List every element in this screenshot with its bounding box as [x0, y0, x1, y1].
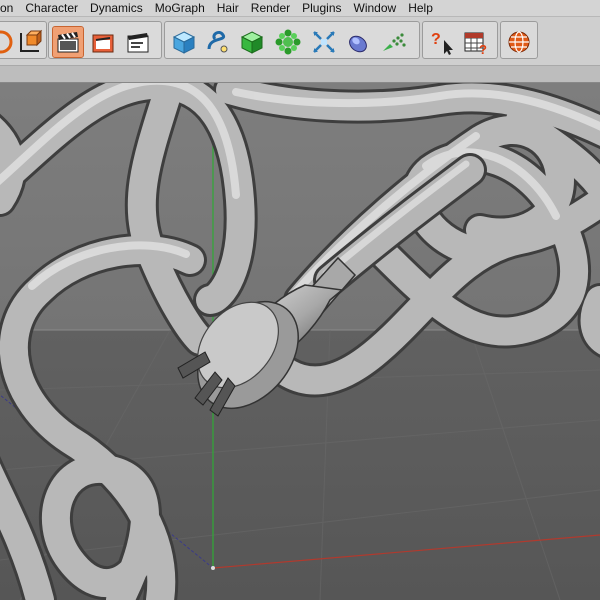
render-view-icon[interactable] [88, 27, 118, 57]
toolbar-group-web [500, 21, 538, 59]
render-settings-icon[interactable] [123, 27, 153, 57]
svg-text:?: ? [431, 31, 441, 48]
menu-item-options[interactable]: on [0, 0, 19, 16]
particles-icon[interactable] [379, 27, 409, 57]
coordinate-system-icon[interactable] [15, 27, 45, 57]
3d-viewport[interactable] [0, 83, 600, 600]
world-origin [211, 566, 215, 570]
nurbs-icon[interactable] [237, 27, 267, 57]
menu-item-render[interactable]: Render [245, 0, 296, 16]
menu-item-character[interactable]: Character [19, 0, 84, 16]
viewport-header-bar [0, 66, 600, 83]
menu-item-plugins[interactable]: Plugins [296, 0, 347, 16]
menu-item-hair[interactable]: Hair [211, 0, 245, 16]
toolbar-group-help: ? ? [422, 21, 498, 59]
cube-primitive-icon[interactable] [169, 27, 199, 57]
toolbar-group-render [48, 21, 162, 59]
menu-item-window[interactable]: Window [348, 0, 403, 16]
menu-item-mograph[interactable]: MoGraph [149, 0, 211, 16]
svg-text:?: ? [479, 42, 487, 57]
menu-bar: on Character Dynamics MoGraph Hair Rende… [0, 0, 600, 17]
toolbar-group-objects [164, 21, 420, 59]
clapboard-active-icon[interactable] [52, 26, 84, 58]
spline-icon[interactable] [203, 27, 233, 57]
array-icon[interactable] [273, 27, 303, 57]
globe-icon[interactable] [504, 27, 534, 57]
menu-item-dynamics[interactable]: Dynamics [84, 0, 149, 16]
environment-icon[interactable] [343, 27, 373, 57]
table-help-icon[interactable]: ? [461, 27, 491, 57]
menu-item-help[interactable]: Help [402, 0, 439, 16]
toolbar-group-coords [0, 21, 47, 59]
main-toolbar: ? ? [0, 17, 600, 66]
viewport-scene [0, 83, 600, 600]
help-pointer-icon[interactable]: ? [427, 27, 457, 57]
deformer-icon[interactable] [309, 27, 339, 57]
